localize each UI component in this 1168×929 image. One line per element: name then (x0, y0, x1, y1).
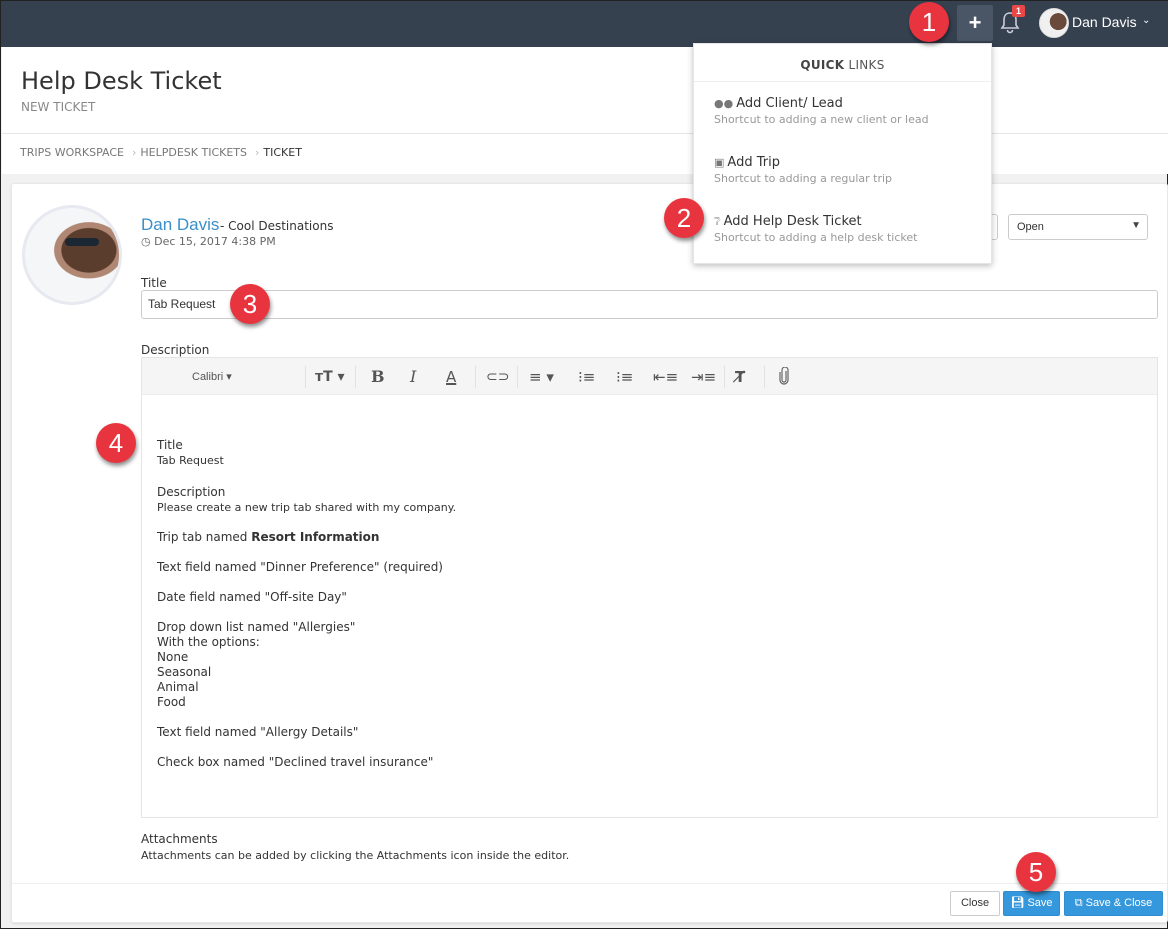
close-button[interactable]: Close (950, 891, 1000, 916)
quick-add-button[interactable]: + (957, 5, 993, 41)
ticket-timestamp: ◷ Dec 15, 2017 4:38 PM (141, 235, 276, 248)
description-label: Description (141, 343, 210, 357)
outdent-icon[interactable]: ⇤≡ (653, 367, 678, 387)
plus-icon: + (968, 10, 982, 35)
timestamp-text: Dec 15, 2017 4:38 PM (154, 235, 276, 248)
content-line-trip-tab: Trip tab named Resort Information (157, 530, 380, 544)
content-line-text-field-2: Text field named "Allergy Details" (157, 725, 359, 739)
bold-icon[interactable]: B (371, 367, 385, 387)
description-editor[interactable]: Calibri ▾ ᴛT ▾ B I A ⊂⊃ ≡ ▾ ⁝≡ ⁝≡ ⇤≡ ⇥≡ … (141, 357, 1158, 818)
chevron-right-icon: › (131, 146, 137, 159)
content-heading-description: Description (157, 485, 226, 499)
indent-icon[interactable]: ⇥≡ (691, 367, 716, 387)
callout-4: 4 (96, 423, 136, 463)
title-input[interactable]: Tab Request (141, 290, 1158, 319)
clear-format-icon[interactable]: T̸ (735, 367, 745, 387)
content-line-date-field: Date field named "Off-site Day" (157, 590, 347, 604)
content-line-text-field-1: Text field named "Dinner Preference" (re… (157, 560, 443, 574)
align-icon[interactable]: ≡ ▾ (529, 367, 554, 387)
content-line-options: With the options: (157, 635, 260, 649)
page-header: Help Desk Ticket NEW TICKET (2, 47, 1168, 134)
user-menu-name[interactable]: Dan Davis (1072, 14, 1137, 30)
callout-5: 5 (1016, 852, 1056, 892)
font-color-icon[interactable]: A (446, 367, 456, 387)
callout-1: 1 (909, 2, 949, 42)
content-option: Food (157, 695, 186, 709)
quick-links-dropdown: QUICK LINKS ●● Add Client/ Lead Shortcut … (693, 43, 992, 264)
footer-divider (12, 883, 1167, 884)
status-value: Open (1017, 221, 1044, 233)
content-line-dropdown: Drop down list named "Allergies" (157, 620, 356, 634)
link-icon[interactable]: ⊂⊃ (486, 367, 509, 387)
floppy-icon: 💾︎ (1010, 897, 1025, 909)
breadcrumb-ticket: TICKET (263, 146, 302, 159)
font-family-dropdown[interactable]: Calibri ▾ (192, 367, 232, 387)
content-heading-title: Title (157, 438, 183, 452)
save-close-button[interactable]: ⧉ Save & Close (1064, 891, 1163, 916)
quick-link-add-trip[interactable]: ▣ Add Trip Shortcut to adding a regular t… (714, 155, 892, 185)
attachment-icon[interactable] (779, 366, 789, 387)
caret-down-icon: ▼ (1131, 220, 1141, 231)
copy-icon: ⧉ (1074, 897, 1083, 909)
attachments-label: Attachments (141, 832, 218, 846)
page-title: Help Desk Ticket (21, 67, 222, 95)
content-option: Seasonal (157, 665, 212, 679)
callout-2: 2 (664, 198, 704, 238)
question-circle-icon: ❔︎ (714, 215, 721, 228)
page-subtitle: NEW TICKET (21, 100, 96, 114)
content-description-value: Please create a new trip tab shared with… (157, 501, 457, 514)
chevron-right-icon: › (255, 146, 260, 159)
author-name[interactable]: Dan Davis (141, 215, 219, 235)
font-size-icon[interactable]: ᴛT ▾ (315, 367, 345, 387)
author-avatar (22, 205, 122, 305)
chevron-down-icon[interactable]: ⌄ (1142, 15, 1150, 26)
callout-3: 3 (230, 284, 270, 324)
italic-icon[interactable]: I (410, 367, 416, 387)
editor-content[interactable]: Title Tab Request Description Please cre… (157, 438, 456, 770)
clock-icon: ◷ (141, 235, 151, 248)
content-line-checkbox: Check box named "Declined travel insuran… (157, 755, 434, 769)
author-company: - Cool Destinations (220, 219, 334, 233)
quick-links-header: QUICK LINKS (694, 44, 991, 82)
quick-link-add-help-desk-ticket[interactable]: ❔︎ Add Help Desk Ticket Shortcut to addin… (714, 214, 917, 244)
title-label: Title (141, 276, 167, 290)
content-option: None (157, 650, 189, 664)
quick-link-add-client[interactable]: ●● Add Client/ Lead Shortcut to adding a … (714, 96, 929, 126)
status-select[interactable]: Open ▼ (1008, 214, 1148, 240)
content-option: Animal (157, 680, 199, 694)
ordered-list-icon[interactable]: ⁝≡ (578, 367, 595, 387)
users-icon: ●● (714, 97, 734, 110)
breadcrumb-helpdesk-tickets[interactable]: HELPDESK TICKETS (140, 146, 247, 159)
top-navbar: + 1 Dan Davis ⌄ (1, 1, 1168, 47)
breadcrumb: TRIPS WORKSPACE › HELPDESK TICKETS › TICKET (2, 134, 1168, 174)
unordered-list-icon[interactable]: ⁝≡ (616, 367, 633, 387)
user-avatar[interactable] (1039, 8, 1069, 38)
save-button[interactable]: 💾︎ Save (1003, 891, 1060, 916)
attachments-help: Attachments can be added by clicking the… (141, 849, 570, 862)
content-title-value: Tab Request (157, 454, 224, 467)
editor-toolbar: Calibri ▾ ᴛT ▾ B I A ⊂⊃ ≡ ▾ ⁝≡ ⁝≡ ⇤≡ ⇥≡ … (142, 358, 1157, 395)
truck-icon: ▣ (714, 156, 725, 169)
breadcrumb-trips-workspace[interactable]: TRIPS WORKSPACE (20, 146, 124, 159)
notification-count-badge: 1 (1012, 5, 1026, 17)
